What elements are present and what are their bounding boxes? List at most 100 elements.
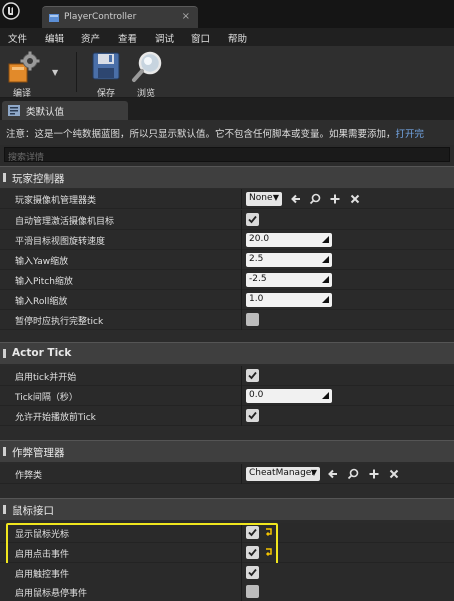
field-value: 1.0 <box>249 294 264 304</box>
property-label: 启用tick并开始 <box>15 373 77 383</box>
menu-asset[interactable]: 资产 <box>81 31 100 45</box>
roll-scale-input[interactable]: 1.0 <box>246 293 332 307</box>
smooth-rotation-speed-input[interactable]: 20.0 <box>246 233 332 247</box>
field-value: 0.0 <box>249 390 264 400</box>
field-value: -2.5 <box>249 274 267 284</box>
close-icon[interactable]: × <box>182 11 190 22</box>
compile-button[interactable]: 编译 <box>0 50 44 99</box>
drag-resize-icon[interactable] <box>322 296 329 303</box>
camera-manager-class-combo[interactable]: None ▼ <box>246 192 282 206</box>
column-divider[interactable] <box>241 189 242 209</box>
menu-bar: 文件 编辑 资产 查看 调试 窗口 帮助 <box>0 28 454 46</box>
column-divider[interactable] <box>241 290 242 310</box>
property-label: 暂停时应执行完整tick <box>15 317 104 327</box>
column-divider[interactable] <box>241 310 242 330</box>
clear-x-icon[interactable] <box>348 192 362 206</box>
pause-tick-checkbox[interactable] <box>246 313 259 326</box>
toolbar: 编译 ▼ 保存 浏览 <box>0 46 454 99</box>
menu-file[interactable]: 文件 <box>8 31 27 45</box>
property-label: Tick间隔（秒） <box>15 393 78 403</box>
notice-message: 注意：这是一个纯数据蓝图，所以只显示默认值。它不包含任何脚本或变量。如果需要添加… <box>6 129 396 140</box>
cheat-class-combo[interactable]: CheatManager ▼ <box>246 467 320 481</box>
asset-tab[interactable]: PlayerController × <box>42 6 198 28</box>
search-details-input[interactable]: 搜索详情 <box>4 147 450 163</box>
column-divider[interactable] <box>241 582 242 601</box>
property-row-tick-before-play: 允许开始播放前Tick <box>0 406 454 426</box>
property-label: 玩家摄像机管理器类 <box>15 196 97 206</box>
open-full-editor-link[interactable]: 打开完 <box>396 129 425 140</box>
highlight-annotation-box <box>6 523 278 565</box>
browse-search-icon[interactable] <box>308 192 322 206</box>
field-value: 20.0 <box>249 234 270 244</box>
save-disk-icon <box>92 52 120 80</box>
section-cheat-manager[interactable]: 作弊管理器 <box>0 440 454 462</box>
tick-before-play-checkbox[interactable] <box>246 409 259 422</box>
column-divider[interactable] <box>241 464 242 484</box>
section-title: 鼠标接口 <box>12 505 54 517</box>
chevron-down-icon: ▼ <box>272 193 279 202</box>
drag-resize-icon[interactable] <box>322 256 329 263</box>
drag-resize-icon[interactable] <box>322 392 329 399</box>
column-divider[interactable] <box>241 406 242 426</box>
touch-events-checkbox[interactable] <box>246 566 259 579</box>
tick-interval-input[interactable]: 0.0 <box>246 389 332 403</box>
column-divider[interactable] <box>241 563 242 583</box>
column-divider[interactable] <box>241 270 242 290</box>
menu-edit[interactable]: 编辑 <box>45 31 64 45</box>
section-title: 作弊管理器 <box>12 447 65 459</box>
field-value: 2.5 <box>249 254 264 264</box>
drag-resize-icon[interactable] <box>322 276 329 283</box>
panel-tab-label: 类默认值 <box>26 107 65 118</box>
column-divider[interactable] <box>241 366 242 386</box>
data-only-notice: 注意：这是一个纯数据蓝图，所以只显示默认值。它不包含任何脚本或变量。如果需要添加… <box>0 120 454 145</box>
yaw-scale-input[interactable]: 2.5 <box>246 253 332 267</box>
property-label: 自动管理激活摄像机目标 <box>15 217 115 227</box>
column-divider[interactable] <box>241 386 242 406</box>
use-selected-arrow-icon[interactable] <box>326 467 340 481</box>
add-plus-icon[interactable] <box>367 467 381 481</box>
menu-window[interactable]: 窗口 <box>191 31 210 45</box>
magnifier-icon <box>132 51 162 82</box>
hover-events-checkbox[interactable] <box>246 585 259 598</box>
toolbar-divider <box>76 52 77 92</box>
add-plus-icon[interactable] <box>328 192 342 206</box>
save-button[interactable]: 保存 <box>84 50 128 99</box>
drag-resize-icon[interactable] <box>322 236 329 243</box>
tab-class-defaults[interactable]: 类默认值 <box>2 101 128 120</box>
property-row-camera-manager: 玩家摄像机管理器类 None ▼ <box>0 189 454 209</box>
browse-button[interactable]: 浏览 <box>124 50 168 99</box>
section-collapse-icon <box>3 447 6 456</box>
menu-view[interactable]: 查看 <box>118 31 137 45</box>
pitch-scale-input[interactable]: -2.5 <box>246 273 332 287</box>
property-row-auto-activate: 自动管理激活摄像机目标 <box>0 210 454 230</box>
section-collapse-icon <box>3 505 6 514</box>
menu-debug[interactable]: 调试 <box>155 31 174 45</box>
start-tick-checkbox[interactable] <box>246 369 259 382</box>
property-row-hover-events: 启用鼠标悬停事件 <box>0 582 454 601</box>
section-actor-tick[interactable]: Actor Tick <box>0 342 454 364</box>
property-row-roll-scale: 输入Roll缩放 1.0 <box>0 290 454 310</box>
column-divider[interactable] <box>241 230 242 250</box>
column-divider[interactable] <box>241 250 242 270</box>
property-row-pause-tick: 暂停时应执行完整tick <box>0 310 454 330</box>
column-divider[interactable] <box>241 210 242 230</box>
property-label: 输入Pitch缩放 <box>15 277 73 287</box>
checkmark-icon <box>248 411 257 420</box>
section-title: Actor Tick <box>12 347 72 359</box>
compile-options-chevron-down-icon[interactable]: ▼ <box>52 68 58 77</box>
property-row-touch-events: 启用触控事件 <box>0 563 454 583</box>
menu-help[interactable]: 帮助 <box>228 31 247 45</box>
property-row-cheat-class: 作弊类 CheatManager ▼ <box>0 464 454 484</box>
section-player-controller[interactable]: 玩家控制器 <box>0 166 454 188</box>
checkmark-icon <box>248 371 257 380</box>
combo-value: None <box>249 193 273 203</box>
use-selected-arrow-icon[interactable] <box>289 192 303 206</box>
auto-activate-checkbox[interactable] <box>246 213 259 226</box>
asset-tab-title: PlayerController <box>64 12 137 22</box>
section-mouse-interface[interactable]: 鼠标接口 <box>0 498 454 520</box>
browse-search-icon[interactable] <box>346 467 360 481</box>
property-row-tick-interval: Tick间隔（秒） 0.0 <box>0 386 454 406</box>
compile-gear-icon <box>8 51 40 83</box>
clear-x-icon[interactable] <box>387 467 401 481</box>
checkmark-icon <box>248 568 257 577</box>
